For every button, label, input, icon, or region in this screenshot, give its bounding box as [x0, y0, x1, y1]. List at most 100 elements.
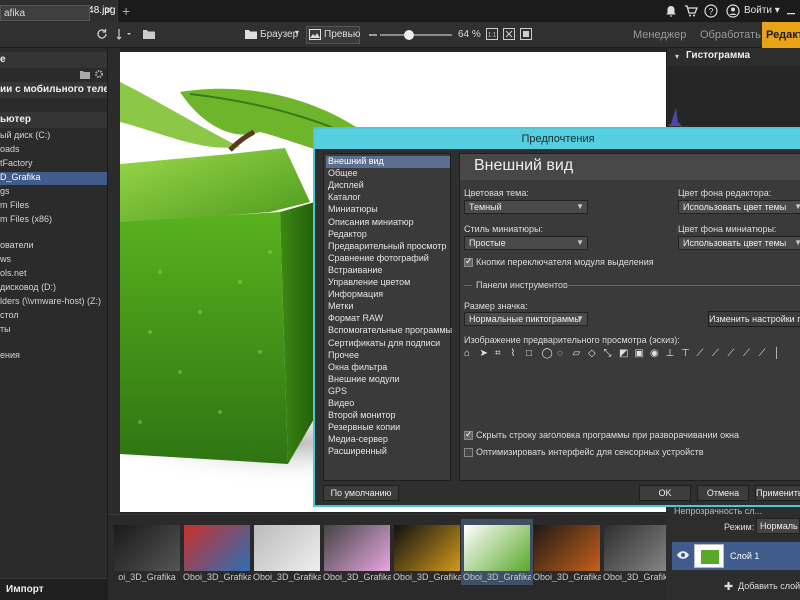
cart-icon[interactable]	[684, 4, 698, 18]
eye-icon[interactable]	[676, 550, 690, 560]
folder-item[interactable]: дисковод (D:)	[0, 282, 107, 295]
folder-item[interactable]: oads	[0, 144, 107, 157]
thumbnail[interactable]	[534, 525, 600, 571]
thumbnail[interactable]	[324, 525, 390, 571]
new-folder-icon[interactable]	[142, 28, 156, 40]
ok-button[interactable]: OK	[639, 485, 691, 501]
preview-toolbar-strip: ⌂ ➤ ⌗ ⌇ □ ◯ ◌ ▱ ◇ ⤡ ◩ ▣ ◉ ⊥ ⊤ ⟋ ⟋ ⟋ ⟋ ⟋ │	[464, 348, 796, 364]
help-icon[interactable]: ?	[704, 4, 718, 18]
folder-item[interactable]: ователи	[0, 240, 107, 253]
refresh-icon[interactable]	[96, 28, 108, 40]
search-input[interactable]	[0, 5, 90, 21]
category-item[interactable]: Метки	[326, 301, 450, 313]
optimize-touch-checkbox[interactable]	[464, 448, 473, 457]
import-bar[interactable]: Импорт	[0, 578, 108, 600]
thumbnail[interactable]	[254, 525, 320, 571]
default-button[interactable]: По умолчанию	[323, 485, 399, 501]
category-item[interactable]: Внешние модули	[326, 374, 450, 386]
blend-mode-select[interactable]: Нормаль	[756, 518, 800, 534]
folder-item[interactable]: gs	[0, 186, 107, 199]
actual-size-icon[interactable]: 1:1	[486, 28, 498, 40]
category-item[interactable]: Медиа-сервер	[326, 434, 450, 446]
category-item[interactable]: Сравнение фотографий	[326, 253, 450, 265]
minimize-icon[interactable]	[784, 4, 798, 18]
apply-button[interactable]: Применить	[755, 485, 800, 501]
thumbnail[interactable]	[464, 525, 530, 571]
category-item[interactable]: Сертификаты для подписи	[326, 338, 450, 350]
svg-text:?: ?	[708, 7, 713, 17]
thumb-style-select[interactable]: Простые ▼	[464, 236, 588, 250]
category-item[interactable]: Предварительный просмотр	[326, 241, 450, 253]
user-icon[interactable]	[726, 4, 740, 18]
thumb-bg-select[interactable]: Использовать цвет темы▼	[678, 236, 800, 250]
settings-header: Внешний вид	[460, 154, 800, 180]
thumbnail[interactable]	[604, 525, 670, 571]
cancel-button[interactable]: Отмена	[697, 485, 749, 501]
color-theme-select[interactable]: Темный ▼	[464, 200, 588, 214]
thumbnail-caption: Oboi_3D_Grafika	[603, 572, 671, 582]
folder-item[interactable]: стол	[0, 310, 107, 323]
folder-section-header[interactable]: е	[0, 52, 107, 68]
category-item[interactable]: Миниатюры	[326, 204, 450, 216]
thumbnail[interactable]	[394, 525, 460, 571]
close-tab-icon[interactable]: ✕	[104, 4, 113, 17]
category-item[interactable]: Описания миниатюр	[326, 217, 450, 229]
category-item[interactable]: Второй монитор	[326, 410, 450, 422]
chevron-down-icon[interactable]: ▾	[295, 28, 299, 37]
category-item[interactable]: Общее	[326, 168, 450, 180]
hide-titlebar-checkbox[interactable]	[464, 429, 473, 440]
add-layer-button[interactable]: Добавить слой	[738, 581, 800, 591]
signin-button[interactable]: Войти ▾	[744, 5, 780, 16]
category-item[interactable]: Управление цветом	[326, 277, 450, 289]
browser-dropdown[interactable]: Браузер	[260, 29, 298, 40]
category-item[interactable]: Внешний вид	[326, 156, 450, 168]
folder-item[interactable]: ws	[0, 254, 107, 267]
folder-item[interactable]: ения	[0, 350, 107, 363]
folder-item[interactable]: ты	[0, 324, 107, 337]
add-layer-icon[interactable]: ✚	[724, 580, 733, 593]
category-item[interactable]: Информация	[326, 289, 450, 301]
module-switch-checkbox[interactable]	[464, 256, 473, 267]
thumbnail-caption: Oboi_3D_Grafika	[463, 572, 531, 582]
category-item[interactable]: Окна фильтра	[326, 362, 450, 374]
folder-item[interactable]: m Files (x86)	[0, 214, 107, 227]
sort-icon[interactable]	[116, 28, 136, 40]
folder-item[interactable]: tFactory	[0, 158, 107, 171]
thumbnail[interactable]	[184, 525, 250, 571]
folder-item[interactable]: ols.net	[0, 268, 107, 281]
histogram-header[interactable]: Гистограмма	[666, 50, 800, 66]
fit-screen-icon[interactable]	[503, 28, 515, 40]
tab-process[interactable]: Обработать	[700, 22, 761, 48]
category-item[interactable]: GPS	[326, 386, 450, 398]
folder-section-header[interactable]: ьютер	[0, 112, 107, 128]
folder-item[interactable]: lders (\\vmware-host) (Z:)	[0, 296, 107, 309]
tab-edit[interactable]: Редакт	[762, 22, 800, 48]
category-item[interactable]: Каталог	[326, 192, 450, 204]
folder-item[interactable]: ый диск (C:)	[0, 130, 107, 143]
add-folder-icon[interactable]	[80, 70, 90, 79]
zoom-slider-knob[interactable]	[403, 30, 414, 40]
category-item[interactable]: Формат RAW	[326, 313, 450, 325]
bell-icon[interactable]	[664, 4, 678, 18]
folder-section-header[interactable]: ии с мобильного теле...	[0, 82, 107, 98]
thumbnail[interactable]	[114, 525, 180, 571]
category-item[interactable]: Видео	[326, 398, 450, 410]
zoom-out-icon[interactable]	[369, 31, 377, 39]
editor-bg-select[interactable]: Использовать цвет темы▼	[678, 200, 800, 214]
category-item[interactable]: Резервные копии	[326, 422, 450, 434]
folder-item[interactable]: m Files	[0, 200, 107, 213]
category-item[interactable]: Редактор	[326, 229, 450, 241]
category-item[interactable]: Дисплей	[326, 180, 450, 192]
zoom-slider-track[interactable]	[380, 34, 452, 36]
category-item[interactable]: Прочее	[326, 350, 450, 362]
tab-manager[interactable]: Менеджер	[633, 22, 686, 48]
change-toolbar-settings-button[interactable]: Изменить настройки пан	[708, 311, 800, 327]
icon-size-select[interactable]: Нормальные пиктограммы ▼	[464, 312, 588, 326]
fullscreen-icon[interactable]	[520, 28, 532, 40]
category-item[interactable]: Вспомогательные программы	[326, 325, 452, 337]
category-item[interactable]: Встраивание	[326, 265, 450, 277]
new-tab-button[interactable]: +	[122, 3, 130, 19]
folder-item[interactable]: D_Grafika	[0, 172, 107, 185]
gear-icon[interactable]	[94, 69, 104, 79]
category-item[interactable]: Расширенный	[326, 446, 450, 458]
